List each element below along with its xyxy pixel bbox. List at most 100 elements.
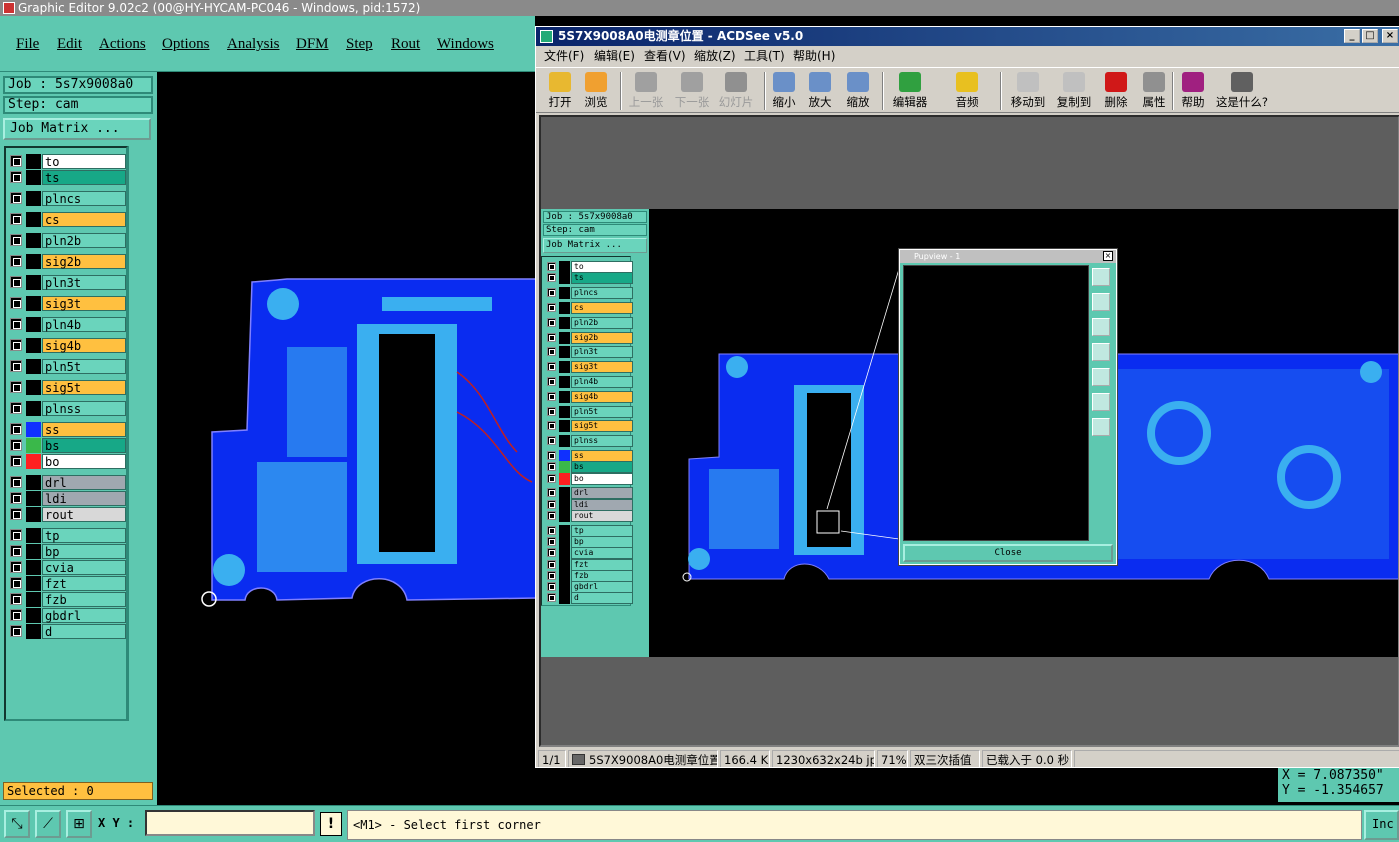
layer-name[interactable]: sig3t [42, 296, 126, 311]
layer-color-swatch[interactable] [26, 624, 41, 639]
layer-row-sig3t[interactable]: sig3t [8, 296, 126, 311]
layer-scroll-strip[interactable] [128, 146, 154, 721]
layer-row-pln4b[interactable]: pln4b [8, 317, 126, 332]
layer-color-swatch[interactable] [26, 544, 41, 559]
menu-windows[interactable]: Windows [437, 36, 494, 53]
layer-checkbox[interactable] [10, 297, 22, 309]
toolbar-button-editor[interactable]: 编辑器 [886, 70, 934, 112]
layer-row-ss[interactable]: ss [8, 422, 126, 437]
layer-name[interactable]: d [42, 624, 126, 639]
layer-checkbox[interactable] [10, 545, 22, 557]
layer-name[interactable]: ts [42, 170, 126, 185]
toolbar-button-zoom[interactable]: 缩放 [840, 70, 876, 112]
layer-color-swatch[interactable] [26, 560, 41, 575]
menu-options[interactable]: Options [162, 36, 210, 53]
layer-checkbox[interactable] [10, 455, 22, 467]
layer-color-swatch[interactable] [26, 422, 41, 437]
layer-row-d[interactable]: d [8, 624, 126, 639]
layer-color-swatch[interactable] [26, 317, 41, 332]
toolbar-button-delete[interactable]: 删除 [1098, 70, 1134, 112]
layer-name[interactable]: bs [42, 438, 126, 453]
layer-checkbox[interactable] [10, 255, 22, 267]
layer-color-swatch[interactable] [26, 608, 41, 623]
layer-checkbox[interactable] [10, 593, 22, 605]
layer-row-sig2b[interactable]: sig2b [8, 254, 126, 269]
layer-name[interactable]: sig2b [42, 254, 126, 269]
toolbar-button-zoom-out[interactable]: 缩小 [768, 70, 800, 112]
job-matrix-button[interactable]: Job Matrix ... [3, 118, 151, 140]
maximize-button[interactable]: □ [1362, 29, 1378, 43]
close-button[interactable]: × [1382, 29, 1398, 43]
layer-row-bp[interactable]: bp [8, 544, 126, 559]
layer-color-swatch[interactable] [26, 380, 41, 395]
layer-name[interactable]: fzb [42, 592, 126, 607]
layer-row-sig4b[interactable]: sig4b [8, 338, 126, 353]
layer-row-pln2b[interactable]: pln2b [8, 233, 126, 248]
layer-color-swatch[interactable] [26, 296, 41, 311]
layer-name[interactable]: plncs [42, 191, 126, 206]
layer-row-sig5t[interactable]: sig5t [8, 380, 126, 395]
layer-color-swatch[interactable] [26, 576, 41, 591]
layer-name[interactable]: cs [42, 212, 126, 227]
layer-checkbox[interactable] [10, 402, 22, 414]
layer-name[interactable]: pln2b [42, 233, 126, 248]
layer-row-fzt[interactable]: fzt [8, 576, 126, 591]
layer-color-swatch[interactable] [26, 592, 41, 607]
layer-checkbox[interactable] [10, 577, 22, 589]
layer-name[interactable]: pln4b [42, 317, 126, 332]
toolbar-button-move-to[interactable]: 移动到 [1006, 70, 1050, 112]
layer-row-cs[interactable]: cs [8, 212, 126, 227]
toolbar-button-zoom-in[interactable]: 放大 [804, 70, 836, 112]
layer-name[interactable]: to [42, 154, 126, 169]
layer-name[interactable]: fzt [42, 576, 126, 591]
layer-checkbox[interactable] [10, 508, 22, 520]
toolbar-button-whats-this[interactable]: 这是什么? [1212, 70, 1272, 112]
layer-row-bo[interactable]: bo [8, 454, 126, 469]
layer-checkbox[interactable] [10, 561, 22, 573]
layer-color-swatch[interactable] [26, 438, 41, 453]
layer-name[interactable]: pln3t [42, 275, 126, 290]
layer-color-swatch[interactable] [26, 359, 41, 374]
layer-color-swatch[interactable] [26, 507, 41, 522]
layer-color-swatch[interactable] [26, 338, 41, 353]
layer-color-swatch[interactable] [26, 212, 41, 227]
menu-zoom-cn[interactable]: 缩放(Z) [694, 46, 736, 66]
menu-edit[interactable]: Edit [57, 36, 82, 53]
layer-checkbox[interactable] [10, 609, 22, 621]
toolbar-button-open-folder[interactable]: 打开 [544, 70, 576, 112]
layer-row-drl[interactable]: drl [8, 475, 126, 490]
layer-color-swatch[interactable] [26, 475, 41, 490]
layer-name[interactable]: plnss [42, 401, 126, 416]
layer-checkbox[interactable] [10, 439, 22, 451]
layer-checkbox[interactable] [10, 339, 22, 351]
layer-name[interactable]: cvia [42, 560, 126, 575]
layer-row-plncs[interactable]: plncs [8, 191, 126, 206]
layer-name[interactable]: rout [42, 507, 126, 522]
xy-input[interactable] [145, 810, 315, 836]
layer-row-rout[interactable]: rout [8, 507, 126, 522]
menu-dfm[interactable]: DFM [296, 36, 329, 53]
menu-actions[interactable]: Actions [99, 36, 146, 53]
layer-checkbox[interactable] [10, 318, 22, 330]
snap-grid-icon[interactable]: ⊞ [66, 810, 92, 838]
layer-row-fzb[interactable]: fzb [8, 592, 126, 607]
warning-button[interactable]: ! [320, 812, 342, 836]
layer-color-swatch[interactable] [26, 401, 41, 416]
layer-checkbox[interactable] [10, 360, 22, 372]
layer-color-swatch[interactable] [26, 254, 41, 269]
layer-row-pln3t[interactable]: pln3t [8, 275, 126, 290]
minimize-button[interactable]: _ [1344, 29, 1360, 43]
toolbar-button-help-book[interactable]: 帮助 [1178, 70, 1208, 112]
layer-color-swatch[interactable] [26, 528, 41, 543]
menu-view-cn[interactable]: 查看(V) [644, 46, 686, 66]
layer-name[interactable]: ldi [42, 491, 126, 506]
layer-row-ldi[interactable]: ldi [8, 491, 126, 506]
layer-name[interactable]: bo [42, 454, 126, 469]
layer-row-bs[interactable]: bs [8, 438, 126, 453]
layer-row-pln5t[interactable]: pln5t [8, 359, 126, 374]
layer-name[interactable]: gbdrl [42, 608, 126, 623]
layer-color-swatch[interactable] [26, 454, 41, 469]
layer-color-swatch[interactable] [26, 233, 41, 248]
layer-checkbox[interactable] [10, 276, 22, 288]
menu-file[interactable]: File [16, 36, 39, 53]
